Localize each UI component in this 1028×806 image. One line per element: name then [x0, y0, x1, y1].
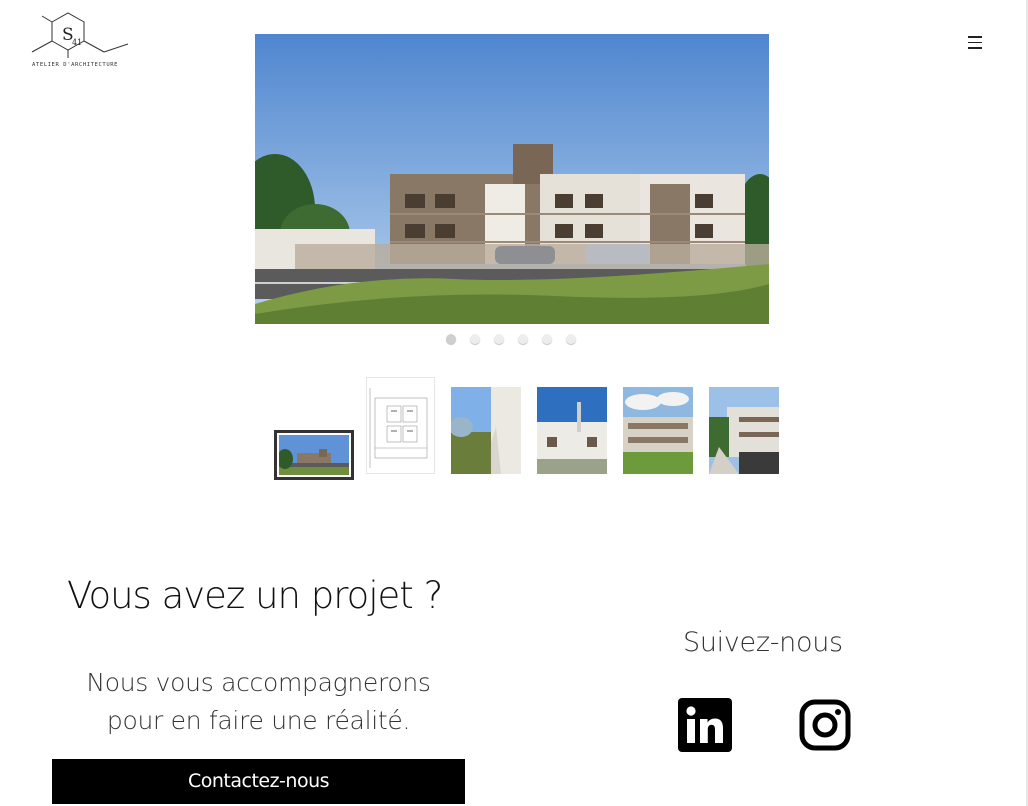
instagram-logo: [799, 699, 851, 751]
menu-bar: [968, 47, 982, 49]
thumbnail-2[interactable]: [366, 377, 435, 474]
logo-number: 41: [72, 38, 83, 47]
thumbnail-4[interactable]: [537, 387, 607, 474]
contact-line-2: pour en faire une réalité.: [106, 706, 411, 735]
logo-caption: ATELIER D'ARCHITECTURE: [32, 62, 119, 68]
thumbnail-6[interactable]: [709, 387, 779, 474]
thumbnail-facade-image: [537, 387, 607, 474]
site-logo[interactable]: S 41 ATELIER D'ARCHITECTURE: [30, 12, 132, 72]
main-project-image[interactable]: [255, 34, 769, 324]
carousel-dot-3[interactable]: [494, 334, 504, 344]
menu-bar: [968, 36, 982, 38]
contact-description: Nous vous accompagnerons pour en faire u…: [52, 664, 465, 740]
carousel-dot-2[interactable]: [470, 334, 480, 344]
thumbnail-5[interactable]: [623, 387, 693, 474]
carousel-dot-4[interactable]: [518, 334, 528, 344]
contact-line-1: Nous vous accompagnerons: [86, 668, 431, 697]
linkedin-logo: [678, 698, 732, 752]
thumbnail-exterior-image: [279, 435, 349, 475]
instagram-icon[interactable]: [798, 698, 852, 752]
thumbnail-floor-plan-image: [367, 378, 434, 473]
carousel-dot-1[interactable]: [446, 334, 456, 344]
thumbnail-1[interactable]: [274, 430, 354, 480]
carousel-pagination: [446, 334, 576, 344]
thumbnail-balconies-image: [623, 387, 693, 474]
menu-bar: [968, 41, 982, 44]
thumbnail-garden-image: [451, 387, 521, 474]
contact-heading: Vous avez un projet ?: [67, 574, 443, 617]
thumbnail-street-image: [709, 387, 779, 474]
hamburger-menu-icon[interactable]: [968, 36, 988, 52]
carousel-dot-6[interactable]: [566, 334, 576, 344]
contact-button[interactable]: Contactez-nous: [52, 759, 465, 804]
linkedin-icon[interactable]: [678, 698, 732, 752]
thumbnail-3[interactable]: [451, 387, 521, 474]
social-heading: Suivez-nous: [683, 627, 843, 658]
building-photo: [255, 34, 769, 324]
carousel-dot-5[interactable]: [542, 334, 552, 344]
